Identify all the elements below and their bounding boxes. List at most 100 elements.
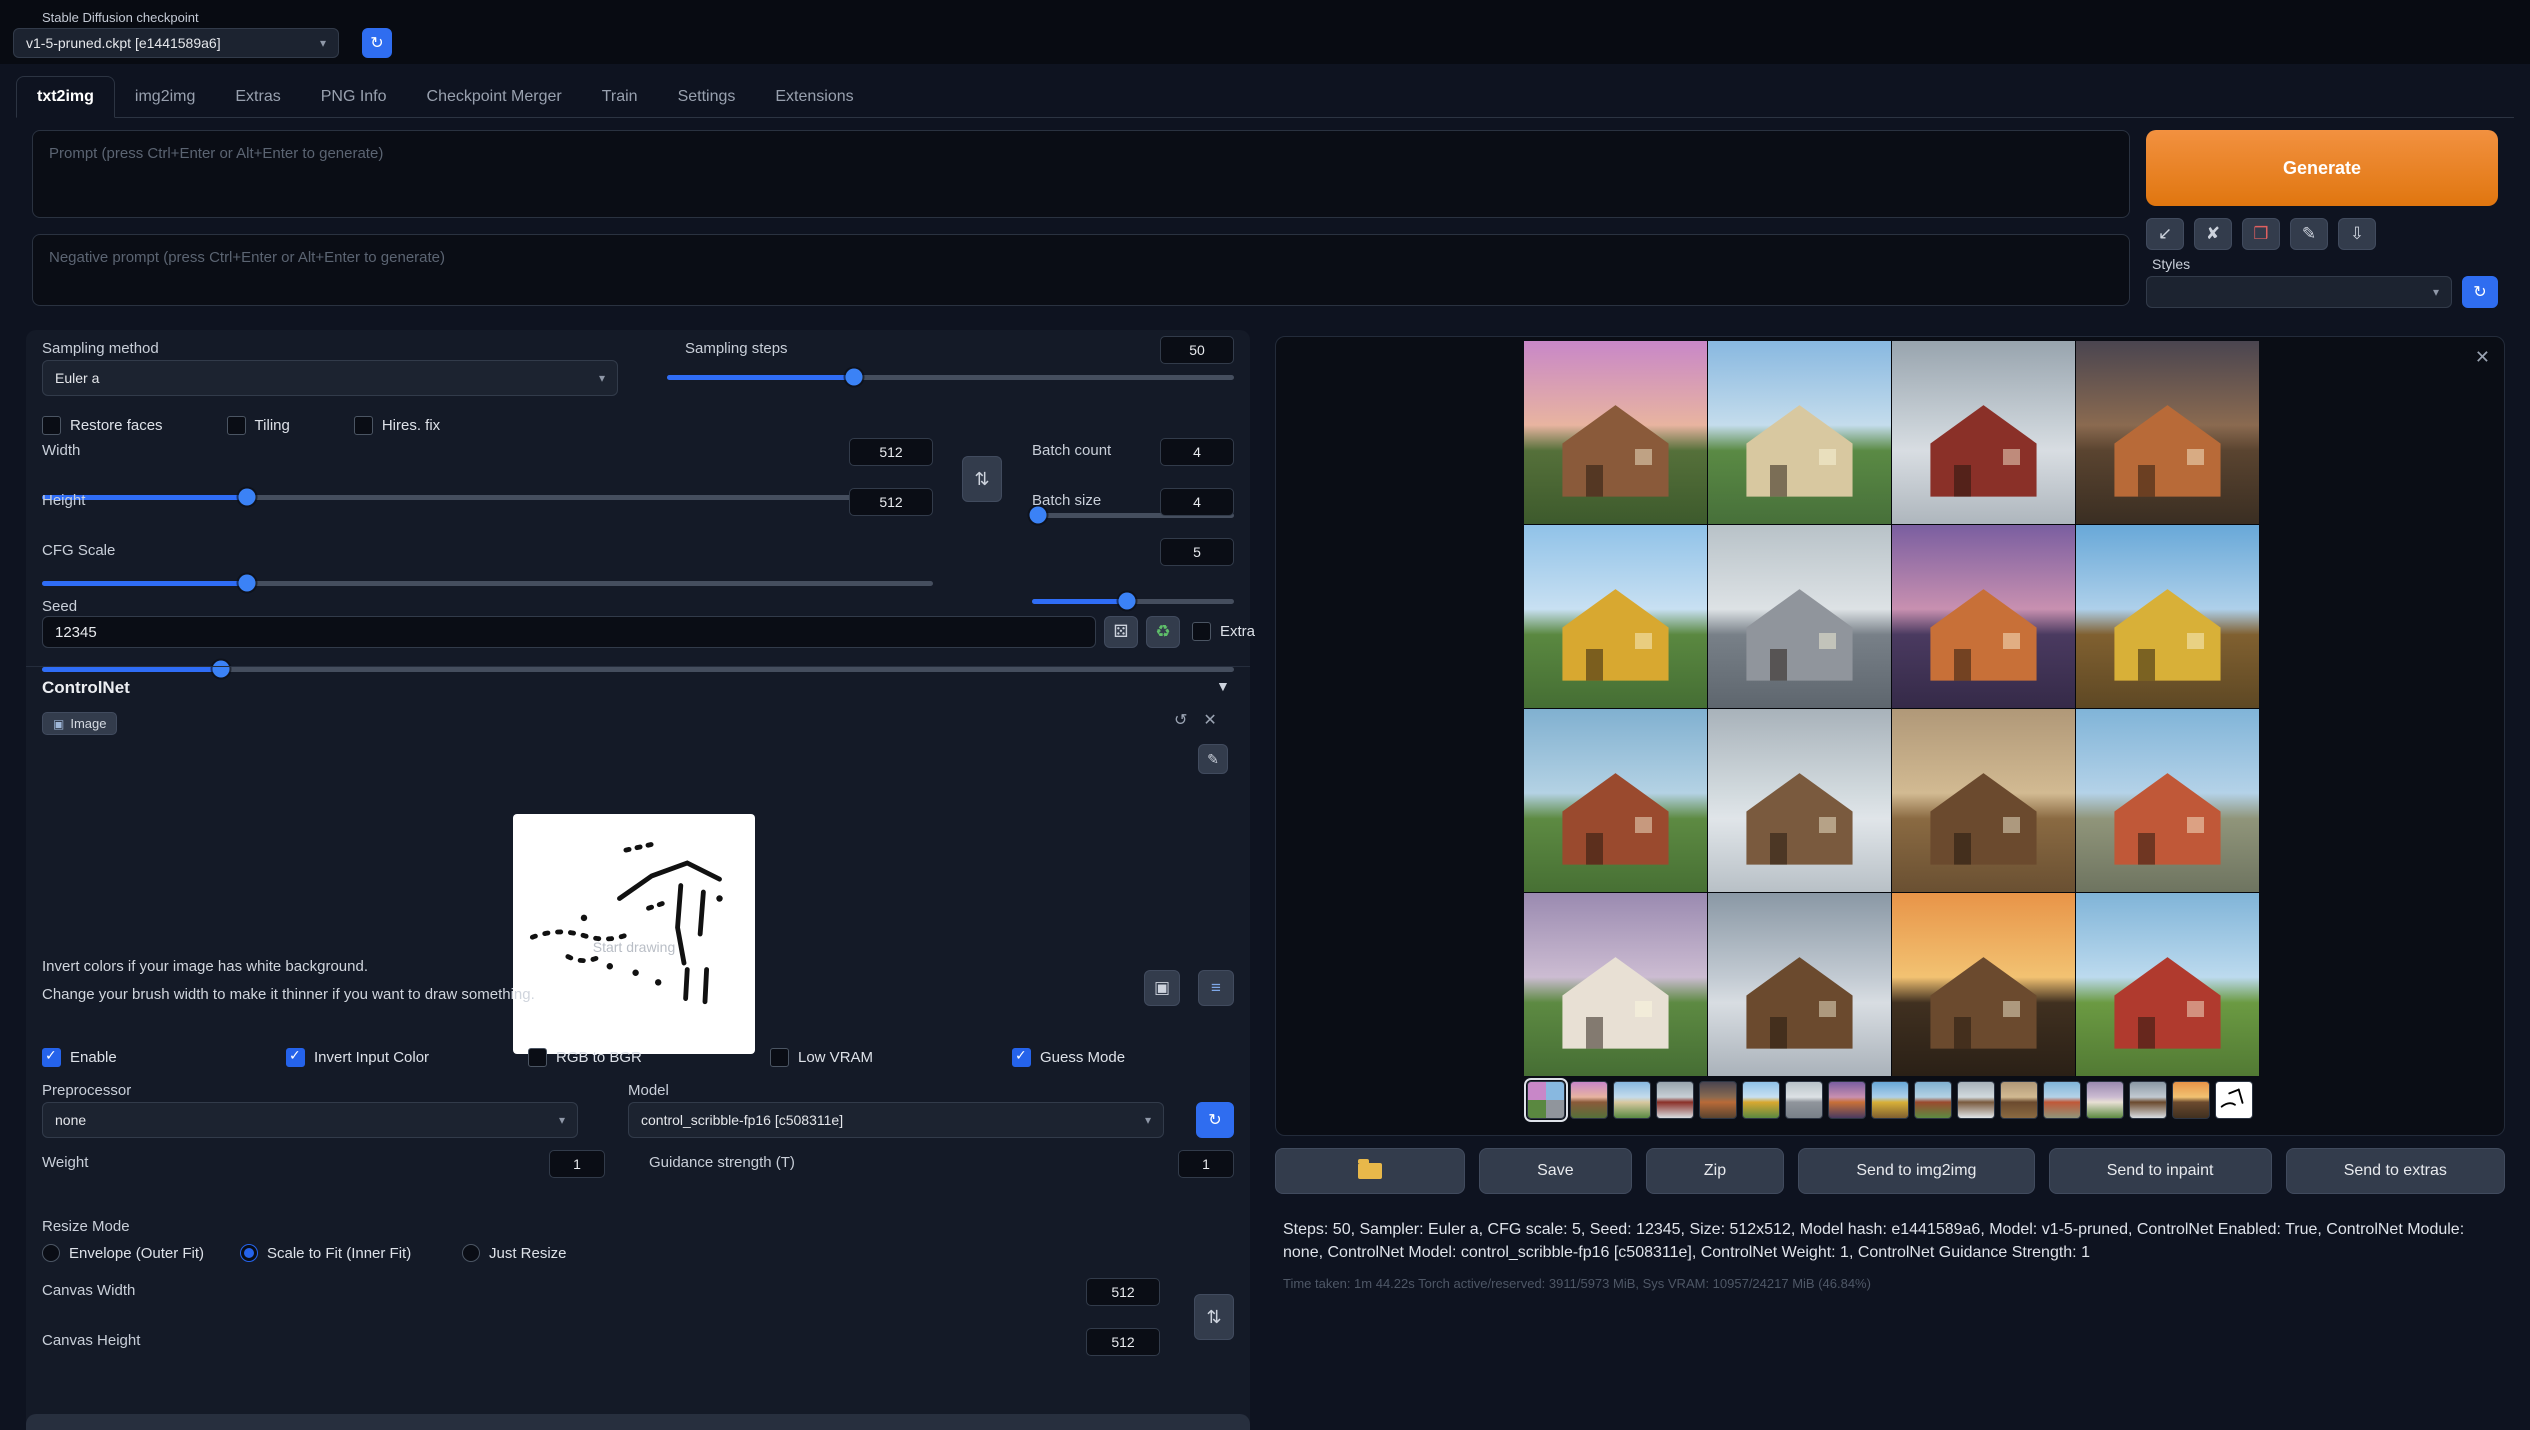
gallery-image[interactable]	[1708, 525, 1891, 708]
slider-thumb[interactable]	[212, 661, 229, 678]
controlnet-canvas[interactable]: Start drawing	[513, 814, 755, 1054]
apply-style-button[interactable]: ✎	[2290, 218, 2328, 250]
seed-extra-option[interactable]: Extra	[1192, 622, 1255, 641]
swap-dimensions-button[interactable]: ⇅	[962, 456, 1002, 502]
low-vram-option[interactable]: Low VRAM	[770, 1048, 873, 1067]
hires-fix-option[interactable]: Hires. fix	[354, 416, 440, 435]
clear-canvas-button[interactable]: ✕	[1203, 710, 1216, 730]
weight-value[interactable]: 1	[549, 1150, 605, 1178]
send-to-inpaint-button[interactable]: Send to inpaint	[2049, 1148, 2272, 1194]
restore-faces-checkbox[interactable]	[42, 416, 61, 435]
gallery-thumbnail[interactable]	[1828, 1081, 1866, 1119]
gallery-image[interactable]	[2076, 709, 2259, 892]
batch-size-value[interactable]: 4	[1160, 488, 1234, 516]
gallery-image[interactable]	[2076, 341, 2259, 524]
rgb-to-bgr-checkbox[interactable]	[528, 1048, 547, 1067]
height-value[interactable]: 512	[849, 488, 933, 516]
extra-networks-button[interactable]: ❒	[2242, 218, 2280, 250]
thumbnail-scribble[interactable]	[2215, 1081, 2253, 1119]
open-folder-button[interactable]	[1275, 1148, 1465, 1194]
clear-prompt-button[interactable]: ✘	[2194, 218, 2232, 250]
reuse-seed-button[interactable]: ♻	[1146, 616, 1180, 648]
tab-settings[interactable]: Settings	[658, 77, 756, 117]
canvas-settings-button[interactable]: ≡	[1198, 970, 1234, 1006]
seed-input[interactable]	[42, 616, 1096, 648]
gallery-thumbnail[interactable]	[1785, 1081, 1823, 1119]
send-to-extras-button[interactable]: Send to extras	[2286, 1148, 2505, 1194]
tab-extras[interactable]: Extras	[215, 77, 300, 117]
tab-txt2img[interactable]: txt2img	[16, 76, 115, 118]
resize-just-radio[interactable]	[462, 1244, 480, 1262]
close-gallery-button[interactable]: ✕	[2475, 347, 2490, 368]
thumbnail-grid[interactable]	[1527, 1081, 1565, 1119]
undo-button[interactable]: ↺	[1174, 710, 1187, 730]
slider-thumb[interactable]	[1118, 593, 1135, 610]
height-slider[interactable]	[42, 574, 933, 592]
slider-thumb[interactable]	[238, 489, 255, 506]
resize-scale-option[interactable]: Scale to Fit (Inner Fit)	[240, 1244, 411, 1262]
tab-img2img[interactable]: img2img	[115, 77, 215, 117]
canvas-width-value[interactable]: 512	[1086, 1278, 1160, 1306]
gallery-image[interactable]	[1892, 341, 2075, 524]
invert-input-checkbox[interactable]	[286, 1048, 305, 1067]
model-dropdown[interactable]: control_scribble-fp16 [c508311e] ▾	[628, 1102, 1164, 1138]
gallery-thumbnail[interactable]	[1871, 1081, 1909, 1119]
negative-prompt-input[interactable]	[32, 234, 2130, 306]
brush-button[interactable]: ✎	[1198, 744, 1228, 774]
guidance-strength-value[interactable]: 1	[1178, 1150, 1234, 1178]
resize-just-option[interactable]: Just Resize	[462, 1244, 567, 1262]
checkpoint-dropdown[interactable]: v1-5-pruned.ckpt [e1441589a6] ▾	[13, 28, 339, 58]
gallery-thumbnail[interactable]	[1613, 1081, 1651, 1119]
script-section-bar[interactable]	[26, 1414, 1250, 1430]
sampling-steps-slider[interactable]	[667, 368, 1234, 386]
resize-envelope-radio[interactable]	[42, 1244, 60, 1262]
prompt-input[interactable]	[32, 130, 2130, 218]
gallery-thumbnail[interactable]	[1914, 1081, 1952, 1119]
gallery-image[interactable]	[1892, 893, 2075, 1076]
send-to-img2img-button[interactable]: Send to img2img	[1798, 1148, 2034, 1194]
gallery-thumbnail[interactable]	[1699, 1081, 1737, 1119]
guess-mode-checkbox[interactable]	[1012, 1048, 1031, 1067]
gallery-image[interactable]	[1708, 709, 1891, 892]
swap-canvas-dimensions-button[interactable]: ⇅	[1194, 1294, 1234, 1340]
cfg-scale-slider[interactable]	[42, 660, 1234, 678]
sampling-method-dropdown[interactable]: Euler a ▾	[42, 360, 618, 396]
refresh-checkpoint-button[interactable]: ↻	[362, 28, 392, 58]
rgb-to-bgr-option[interactable]: RGB to BGR	[528, 1048, 642, 1067]
slider-thumb[interactable]	[238, 575, 255, 592]
tiling-option[interactable]: Tiling	[227, 416, 290, 435]
low-vram-checkbox[interactable]	[770, 1048, 789, 1067]
enable-option[interactable]: Enable	[42, 1048, 117, 1067]
resize-envelope-option[interactable]: Envelope (Outer Fit)	[42, 1244, 204, 1262]
gallery-thumbnail[interactable]	[2086, 1081, 2124, 1119]
refresh-styles-button[interactable]: ↻	[2462, 276, 2498, 308]
gallery-image[interactable]	[1892, 709, 2075, 892]
gallery-thumbnail[interactable]	[1957, 1081, 1995, 1119]
controlnet-collapse-button[interactable]: ▼	[1216, 678, 1230, 694]
paste-params-button[interactable]: ↙	[2146, 218, 2184, 250]
seed-extra-checkbox[interactable]	[1192, 622, 1211, 641]
sampling-steps-value[interactable]: 50	[1160, 336, 1234, 364]
hires-fix-checkbox[interactable]	[354, 416, 373, 435]
gallery-thumbnail[interactable]	[1656, 1081, 1694, 1119]
gallery-image[interactable]	[1708, 341, 1891, 524]
save-style-button[interactable]: ⇩	[2338, 218, 2376, 250]
gallery-image[interactable]	[1524, 709, 1707, 892]
gallery-thumbnail[interactable]	[2172, 1081, 2210, 1119]
generate-button[interactable]: Generate	[2146, 130, 2498, 206]
resize-scale-radio[interactable]	[240, 1244, 258, 1262]
gallery-thumbnail[interactable]	[1570, 1081, 1608, 1119]
tab-extensions[interactable]: Extensions	[755, 77, 873, 117]
gallery-image[interactable]	[1524, 525, 1707, 708]
save-button[interactable]: Save	[1479, 1148, 1632, 1194]
gallery-thumbnail[interactable]	[2000, 1081, 2038, 1119]
gallery-thumbnail[interactable]	[2043, 1081, 2081, 1119]
zip-button[interactable]: Zip	[1646, 1148, 1785, 1194]
gallery-image[interactable]	[1524, 341, 1707, 524]
gallery-image[interactable]	[2076, 893, 2259, 1076]
gallery-image[interactable]	[2076, 525, 2259, 708]
preprocessor-dropdown[interactable]: none ▾	[42, 1102, 578, 1138]
batch-count-value[interactable]: 4	[1160, 438, 1234, 466]
gallery-thumbnail[interactable]	[1742, 1081, 1780, 1119]
tab-train[interactable]: Train	[582, 77, 658, 117]
